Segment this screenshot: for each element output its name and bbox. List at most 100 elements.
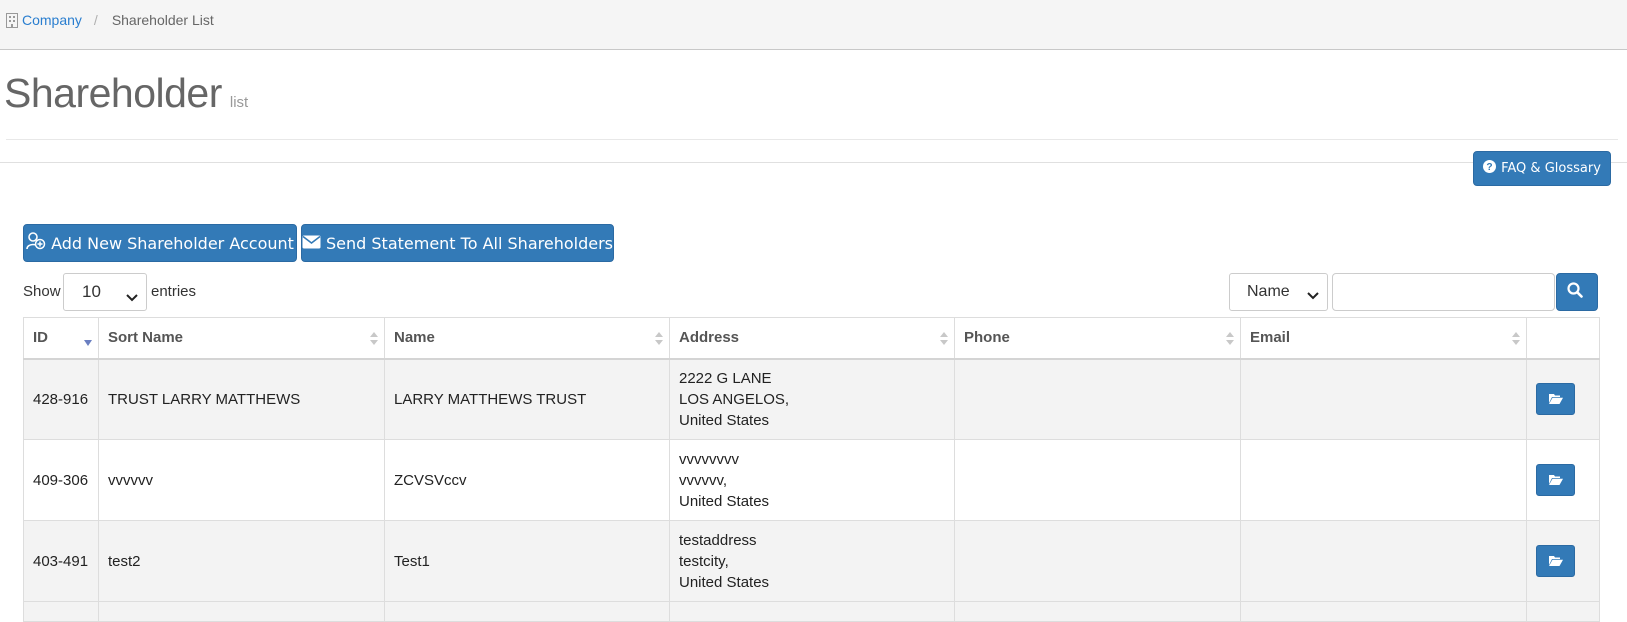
column-header-address[interactable]: Address (669, 317, 955, 360)
column-header-label: ID (33, 329, 48, 347)
address-line: United States (679, 492, 770, 510)
cell-email (1240, 520, 1527, 602)
address-line: 2222 G LANE (679, 369, 772, 387)
column-header-email[interactable]: Email (1240, 317, 1527, 360)
sort-desc-icon (84, 331, 92, 347)
entries-per-page-value: 10 (82, 282, 101, 301)
chevron-down-icon (126, 287, 138, 307)
cell-email (1240, 439, 1527, 521)
sort-icon (655, 331, 663, 347)
cell-name (384, 601, 670, 622)
cell-id: 409-306 (23, 439, 99, 521)
cell-phone (954, 358, 1241, 440)
column-header-label: Email (1250, 329, 1291, 347)
breadcrumb-company-link[interactable]: Company (22, 12, 82, 28)
column-header-label: Name (394, 329, 435, 347)
envelope-icon (302, 234, 326, 253)
cell-actions (1526, 358, 1600, 440)
column-header-phone[interactable]: Phone (954, 317, 1241, 360)
column-header-actions (1526, 317, 1600, 360)
cell-sort-name: TRUST LARRY MATTHEWS (98, 358, 385, 440)
folder-open-icon (1548, 470, 1563, 491)
shareholder-table: ID Sort Name Name Address Phone Email 42… (23, 317, 1600, 622)
search-field-select[interactable]: Name (1229, 273, 1328, 311)
cell-sort-name: test2 (98, 520, 385, 602)
cell-name: LARRY MATTHEWS TRUST (384, 358, 670, 440)
faq-glossary-button[interactable]: ? FAQ & Glossary (1473, 151, 1611, 186)
send-statement-label: Send Statement To All Shareholders (326, 233, 613, 253)
address-line: United States (679, 573, 770, 591)
column-header-id[interactable]: ID (23, 317, 99, 360)
sort-icon (940, 331, 948, 347)
breadcrumb: Company / Shareholder List (6, 12, 214, 28)
address-line: vvvvvv, (679, 471, 728, 489)
address-line: vvvvvvvv (679, 450, 739, 468)
cell-address (669, 601, 955, 622)
faq-glossary-label: FAQ & Glossary (1501, 161, 1601, 176)
breadcrumb-separator: / (93, 12, 98, 28)
address-line: testcity, (679, 552, 729, 570)
cell-email (1240, 601, 1527, 622)
page-subtitle: list (229, 94, 249, 111)
address-line: testaddress (679, 531, 757, 549)
open-account-button[interactable] (1536, 383, 1575, 416)
search-input[interactable] (1332, 273, 1555, 311)
column-header-label: Address (679, 329, 740, 347)
entries-per-page-select[interactable]: 10 (63, 273, 147, 311)
section-divider (0, 162, 1627, 163)
cell-address: 2222 G LANE LOS ANGELOS, United States (669, 358, 955, 440)
title-divider (6, 139, 1618, 140)
cell-sort-name: vvvvvv (98, 439, 385, 521)
add-shareholder-button[interactable]: Add New Shareholder Account (23, 224, 297, 262)
user-add-icon (26, 232, 51, 254)
table-row: 428-916 TRUST LARRY MATTHEWS LARRY MATTH… (23, 358, 1600, 440)
table-row: 409-306 vvvvvv ZCVSVccv vvvvvvvv vvvvvv,… (23, 439, 1600, 521)
sort-icon (1226, 331, 1234, 347)
search-icon (1566, 282, 1588, 302)
sort-icon (1512, 331, 1520, 347)
cell-actions (1526, 439, 1600, 521)
cell-email (1240, 358, 1527, 440)
add-shareholder-label: Add New Shareholder Account (51, 233, 294, 253)
table-header-row: ID Sort Name Name Address Phone Email (23, 317, 1600, 360)
folder-open-icon (1548, 389, 1563, 410)
cell-sort-name (98, 601, 385, 622)
building-icon (6, 12, 18, 28)
cell-id: 428-916 (23, 358, 99, 440)
cell-name: Test1 (384, 520, 670, 602)
column-header-name[interactable]: Name (384, 317, 670, 360)
column-header-sort-name[interactable]: Sort Name (98, 317, 385, 360)
table-row: 403-491 test2 Test1 testaddress testcity… (23, 520, 1600, 602)
address-line: United States (679, 411, 770, 429)
cell-id (23, 601, 99, 622)
cell-phone (954, 520, 1241, 602)
search-field-value: Name (1247, 283, 1290, 300)
breadcrumb-bar: Company / Shareholder List (0, 0, 1627, 50)
question-circle-icon: ? (1483, 160, 1501, 177)
table-row (23, 601, 1600, 622)
entries-label: entries (151, 283, 197, 300)
show-label: Show (23, 283, 61, 300)
cell-address: vvvvvvvv vvvvvv, United States (669, 439, 955, 521)
cell-phone (954, 601, 1241, 622)
folder-open-icon (1548, 551, 1563, 572)
address-line: LOS ANGELOS, (679, 390, 790, 408)
cell-id: 403-491 (23, 520, 99, 602)
column-header-label: Phone (964, 329, 1010, 347)
open-account-button[interactable] (1536, 464, 1575, 496)
open-account-button[interactable] (1536, 545, 1575, 577)
svg-text:?: ? (1486, 162, 1492, 173)
page-title: Shareholder list (4, 70, 248, 117)
chevron-down-icon (1307, 287, 1319, 305)
column-header-label: Sort Name (108, 329, 184, 347)
cell-phone (954, 439, 1241, 521)
cell-name: ZCVSVccv (384, 439, 670, 521)
page-title-text: Shareholder (4, 70, 222, 116)
cell-actions (1526, 520, 1600, 602)
send-statement-button[interactable]: Send Statement To All Shareholders (301, 224, 614, 262)
breadcrumb-current: Shareholder List (111, 12, 214, 28)
search-button[interactable] (1556, 273, 1598, 311)
cell-address: testaddress testcity, United States (669, 520, 955, 602)
cell-actions (1526, 601, 1600, 622)
sort-icon (370, 331, 378, 347)
